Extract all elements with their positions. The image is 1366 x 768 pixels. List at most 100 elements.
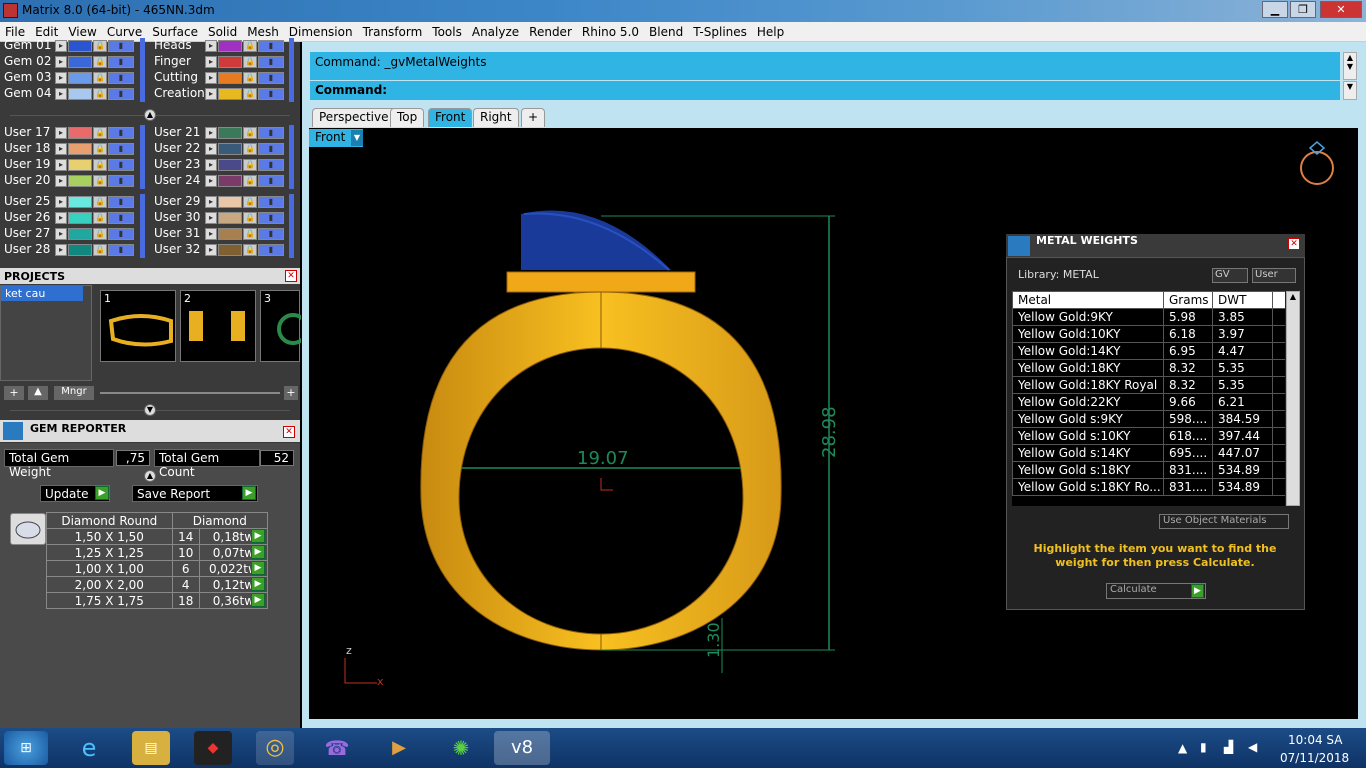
menu-help[interactable]: Help: [752, 22, 789, 42]
lock-icon[interactable]: 🔒: [93, 212, 107, 224]
lock-icon[interactable]: 🔒: [243, 143, 257, 155]
close-button[interactable]: ✕: [1320, 1, 1362, 18]
lock-icon[interactable]: 🔒: [93, 175, 107, 187]
menu-tools[interactable]: Tools: [427, 22, 467, 42]
layer-row[interactable]: Gem 01 ▸ 🔒 ▮: [0, 38, 146, 54]
table-row[interactable]: 1,25 X 1,25 10 0,07tw: [46, 544, 269, 561]
layer-expand-icon[interactable]: ▸: [55, 159, 67, 171]
layer-color-swatch[interactable]: [218, 72, 242, 84]
layer-color-swatch[interactable]: [68, 56, 92, 68]
layer-row[interactable]: Gem 02 ▸ 🔒 ▮: [0, 54, 146, 70]
layer-color-swatch[interactable]: [218, 175, 242, 187]
layer-row[interactable]: User 17 ▸ 🔒 ▮: [0, 125, 146, 141]
lock-icon[interactable]: 🔒: [93, 196, 107, 208]
upload-project-button[interactable]: ▲: [28, 386, 48, 400]
table-row[interactable]: Yellow Gold:22KY 9.66 6.21: [1012, 393, 1285, 411]
project-thumb-3[interactable]: 3: [260, 290, 309, 362]
row-go-icon[interactable]: ▶: [251, 561, 265, 575]
lock-icon[interactable]: 🔒: [243, 127, 257, 139]
layer-expand-icon[interactable]: ▸: [55, 56, 67, 68]
layer-expand-icon[interactable]: ▸: [205, 72, 217, 84]
clock-time[interactable]: 10:04 SA: [1288, 733, 1342, 747]
lock-icon[interactable]: 🔒: [93, 88, 107, 100]
menu-tsplines[interactable]: T-Splines: [688, 22, 752, 42]
layer-color-swatch[interactable]: [218, 244, 242, 256]
tab-right[interactable]: Right: [473, 108, 519, 127]
visibility-icon[interactable]: ▮: [258, 72, 284, 84]
layer-row[interactable]: User 31 ▸ 🔒 ▮: [150, 226, 296, 242]
lock-icon[interactable]: 🔒: [243, 212, 257, 224]
lock-icon[interactable]: 🔒: [93, 244, 107, 256]
project-thumb-1[interactable]: 1: [100, 290, 176, 362]
layer-color-swatch[interactable]: [218, 88, 242, 100]
calculate-go-icon[interactable]: ▶: [1191, 584, 1204, 598]
layer-color-swatch[interactable]: [68, 40, 92, 52]
table-row[interactable]: Yellow Gold:9KY 5.98 3.85: [1012, 308, 1285, 326]
start-button-icon[interactable]: ⊞: [4, 731, 48, 765]
layer-expand-icon[interactable]: ▸: [205, 56, 217, 68]
ring-view-icon[interactable]: [1300, 141, 1334, 185]
visibility-icon[interactable]: ▮: [108, 159, 134, 171]
matrix-v8-icon[interactable]: v8: [494, 731, 550, 765]
tab-top[interactable]: Top: [390, 108, 425, 127]
visibility-icon[interactable]: ▮: [258, 228, 284, 240]
collapse-knob[interactable]: ▲: [144, 470, 156, 482]
projects-close-icon[interactable]: ✕: [285, 270, 297, 282]
layer-color-swatch[interactable]: [68, 88, 92, 100]
lock-icon[interactable]: 🔒: [243, 196, 257, 208]
row-go-icon[interactable]: ▶: [251, 545, 265, 559]
lock-icon[interactable]: 🔒: [243, 56, 257, 68]
visibility-icon[interactable]: ▮: [108, 244, 134, 256]
row-go-icon[interactable]: ▶: [251, 593, 265, 607]
table-row[interactable]: 1,75 X 1,75 18 0,36tw: [46, 592, 269, 609]
layer-expand-icon[interactable]: ▸: [55, 143, 67, 155]
table-row[interactable]: Yellow Gold s:18KY Ro... 831.... 534.89: [1012, 478, 1285, 496]
layer-expand-icon[interactable]: ▸: [205, 88, 217, 100]
layer-color-swatch[interactable]: [68, 228, 92, 240]
row-go-icon[interactable]: ▶: [251, 529, 265, 543]
thumbnail-slider[interactable]: [100, 392, 280, 394]
layer-expand-icon[interactable]: ▸: [205, 143, 217, 155]
layer-color-swatch[interactable]: [218, 196, 242, 208]
command-dropdown-icon[interactable]: ▼: [1343, 81, 1357, 100]
table-row[interactable]: Yellow Gold s:10KY 618.... 397.44: [1012, 427, 1285, 445]
lock-icon[interactable]: 🔒: [243, 228, 257, 240]
gemvision-icon[interactable]: ✺: [442, 731, 480, 765]
metal-table-scrollbar[interactable]: ▲: [1286, 291, 1300, 506]
layer-expand-icon[interactable]: ▸: [55, 175, 67, 187]
layer-expand-icon[interactable]: ▸: [205, 40, 217, 52]
layer-color-swatch[interactable]: [68, 212, 92, 224]
network-icon[interactable]: ▟: [1224, 740, 1233, 754]
visibility-icon[interactable]: ▮: [258, 212, 284, 224]
layer-row[interactable]: User 30 ▸ 🔒 ▮: [150, 210, 296, 226]
layer-row[interactable]: User 24 ▸ 🔒 ▮: [150, 173, 296, 189]
viber-icon[interactable]: ☎: [318, 731, 356, 765]
visibility-icon[interactable]: ▮: [108, 175, 134, 187]
collapse-knob[interactable]: ▲: [144, 109, 156, 121]
garena-icon[interactable]: ◆: [194, 731, 232, 765]
layer-color-swatch[interactable]: [68, 127, 92, 139]
lock-icon[interactable]: 🔒: [93, 159, 107, 171]
layer-row[interactable]: User 22 ▸ 🔒 ▮: [150, 141, 296, 157]
use-object-materials-button[interactable]: Use Object Materials: [1159, 514, 1289, 529]
menu-analyze[interactable]: Analyze: [467, 22, 524, 42]
layer-color-swatch[interactable]: [68, 244, 92, 256]
chrome-icon[interactable]: ◎: [256, 731, 294, 765]
layer-row[interactable]: User 29 ▸ 🔒 ▮: [150, 194, 296, 210]
layer-row[interactable]: User 25 ▸ 🔒 ▮: [0, 194, 146, 210]
layer-color-swatch[interactable]: [68, 72, 92, 84]
lock-icon[interactable]: 🔒: [93, 56, 107, 68]
layer-color-swatch[interactable]: [68, 159, 92, 171]
layer-row[interactable]: User 26 ▸ 🔒 ▮: [0, 210, 146, 226]
table-row[interactable]: Yellow Gold:10KY 6.18 3.97: [1012, 325, 1285, 343]
layer-row[interactable]: User 23 ▸ 🔒 ▮: [150, 157, 296, 173]
layer-expand-icon[interactable]: ▸: [55, 196, 67, 208]
layer-expand-icon[interactable]: ▸: [205, 212, 217, 224]
tray-expand-icon[interactable]: ▲: [1178, 741, 1187, 755]
layer-color-swatch[interactable]: [218, 127, 242, 139]
layer-row[interactable]: User 32 ▸ 🔒 ▮: [150, 242, 296, 258]
volume-icon[interactable]: ◀: [1248, 740, 1257, 754]
layer-color-swatch[interactable]: [68, 143, 92, 155]
menu-transform[interactable]: Transform: [358, 22, 428, 42]
layer-expand-icon[interactable]: ▸: [55, 244, 67, 256]
